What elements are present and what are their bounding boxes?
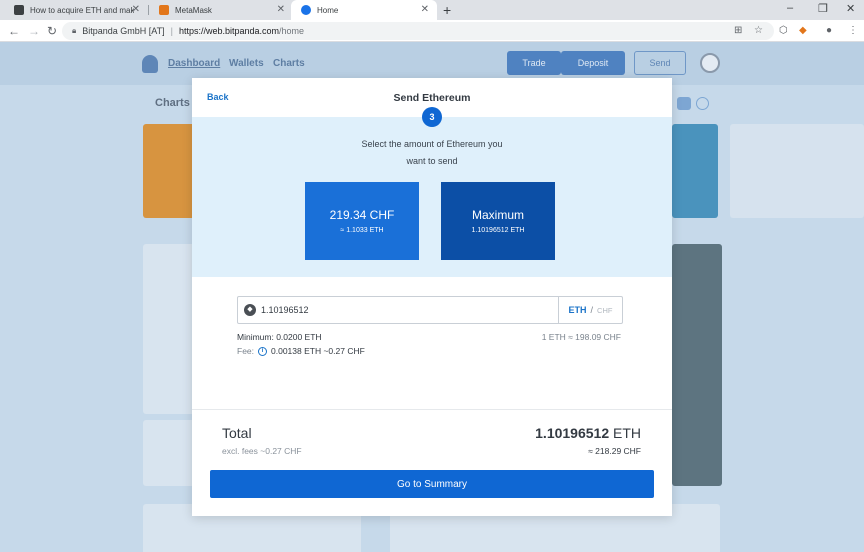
- trade-button[interactable]: Trade: [507, 51, 561, 75]
- extension-icon[interactable]: ⬡: [779, 24, 788, 38]
- unit-chf-toggle[interactable]: CHF: [597, 306, 612, 315]
- browser-tab-home[interactable]: Home ✕: [291, 0, 437, 20]
- unit-separator: /: [590, 305, 594, 315]
- nav-dashboard[interactable]: Dashboard: [168, 58, 220, 69]
- tab-title: How to acquire ETH and make a: [30, 5, 134, 15]
- browser-tab-metamask[interactable]: MetaMask ✕: [149, 0, 293, 20]
- trade-label: Trade: [522, 58, 546, 68]
- url-host: https://web.bitpanda.com: [178, 26, 280, 36]
- go-to-summary-label: Go to Summary: [396, 478, 468, 490]
- amount-field: ◆ ETH / CHF: [237, 296, 623, 324]
- browser-tab-eth-guide[interactable]: How to acquire ETH and make a ✕: [4, 0, 148, 20]
- total-amount-value: 1.10196512: [535, 425, 610, 441]
- total-label: Total: [222, 425, 252, 441]
- menu-icon[interactable]: ⋮: [848, 24, 858, 38]
- info-icon[interactable]: i: [258, 346, 268, 356]
- asset-card-light[interactable]: [730, 124, 864, 218]
- forward-arrow-icon[interactable]: →: [28, 23, 40, 39]
- medium-favicon-icon: [14, 5, 24, 15]
- back-arrow-icon[interactable]: ←: [8, 23, 20, 39]
- profile-icon[interactable]: ●: [826, 24, 832, 38]
- avatar[interactable]: [700, 53, 720, 73]
- modal-title: Send Ethereum: [393, 92, 471, 104]
- metamask-favicon-icon: [159, 5, 169, 15]
- amount-input[interactable]: [261, 305, 551, 315]
- url-path: /home: [279, 26, 305, 36]
- tab-strip: How to acquire ETH and make a ✕ MetaMask…: [0, 0, 864, 20]
- divider: [192, 409, 672, 410]
- unit-eth-toggle[interactable]: ETH: [569, 305, 587, 315]
- chart-range-button[interactable]: [677, 97, 691, 110]
- close-tab-icon[interactable]: ✕: [421, 4, 429, 16]
- tab-title: Home: [317, 5, 339, 15]
- maximum-option[interactable]: Maximum 1.10196512 ETH: [441, 182, 555, 260]
- portfolio-panel: [143, 244, 195, 414]
- exchange-rate: 1 ETH ≈ 198.09 CHF: [541, 332, 621, 342]
- fiat-amount-eth: ≈ 1.1033 ETH: [340, 227, 384, 234]
- asset-card-blue[interactable]: [672, 124, 718, 218]
- close-tab-icon[interactable]: ✕: [132, 4, 140, 16]
- go-to-summary-button[interactable]: Go to Summary: [210, 470, 654, 498]
- nav-charts[interactable]: Charts: [273, 58, 305, 69]
- unit-toggle: ETH / CHF: [558, 297, 622, 323]
- asset-card-orange[interactable]: [143, 124, 195, 218]
- restore-window-button[interactable]: ❐: [818, 2, 828, 15]
- bitpanda-logo-icon: [142, 55, 158, 73]
- wallet-panel: [143, 420, 195, 486]
- send-button[interactable]: Send: [634, 51, 686, 75]
- close-tab-icon[interactable]: ✕: [277, 4, 285, 16]
- send-label: Send: [649, 58, 671, 68]
- instruction-line-2: want to send: [406, 156, 458, 166]
- fiat-amount-option[interactable]: 219.34 CHF ≈ 1.1033 ETH: [305, 182, 419, 260]
- total-fee-note: excl. fees ~0.27 CHF: [222, 446, 302, 456]
- fee-label: Fee:: [237, 346, 255, 356]
- maximum-label: Maximum: [471, 208, 524, 222]
- step-badge: 3: [422, 107, 442, 127]
- maximum-eth: 1.10196512 ETH: [471, 227, 525, 234]
- total-chf: ≈ 218.29 CHF: [588, 446, 641, 456]
- instruction-line-1: Select the amount of Ethereum you: [361, 139, 503, 149]
- lock-icon: 🔒︎: [72, 26, 77, 35]
- prices-panel: [672, 244, 722, 486]
- close-window-button[interactable]: ✕: [846, 2, 855, 15]
- new-tab-button[interactable]: +: [443, 2, 451, 18]
- total-amount-unit: ETH: [613, 425, 641, 441]
- address-bar[interactable]: 🔒︎ Bitpanda GmbH [AT] | https://web.bitp…: [62, 22, 774, 40]
- tab-title: MetaMask: [175, 5, 212, 15]
- deposit-label: Deposit: [577, 58, 609, 68]
- total-amount: 1.10196512 ETH: [535, 425, 641, 441]
- reload-icon[interactable]: ↻: [47, 23, 57, 39]
- nav-wallets[interactable]: Wallets: [229, 58, 264, 69]
- deposit-button[interactable]: Deposit: [561, 51, 625, 75]
- ethereum-icon: ◆: [244, 304, 256, 316]
- minimize-window-button[interactable]: –: [787, 2, 793, 14]
- browser-toolbar: ← → ↻ 🔒︎ Bitpanda GmbH [AT] | https://we…: [0, 20, 864, 42]
- star-icon[interactable]: ☆: [754, 24, 763, 38]
- help-icon[interactable]: [696, 97, 709, 110]
- section-title: Charts: [155, 97, 190, 109]
- fiat-amount: 219.34 CHF: [329, 208, 395, 222]
- metamask-icon[interactable]: ◆: [799, 24, 807, 38]
- fee-line: Fee: i 0.00138 ETH ~0.27 CHF: [237, 346, 365, 356]
- fee-value: 0.00138 ETH ~0.27 CHF: [271, 346, 365, 356]
- bitpanda-favicon-icon: [301, 5, 311, 15]
- send-ethereum-modal: Back Send Ethereum 3 Select the amount o…: [192, 78, 672, 516]
- translate-icon[interactable]: ⊞: [734, 24, 742, 38]
- minimum-amount: Minimum: 0.0200 ETH: [237, 332, 322, 342]
- site-identity: Bitpanda GmbH [AT]: [82, 26, 165, 36]
